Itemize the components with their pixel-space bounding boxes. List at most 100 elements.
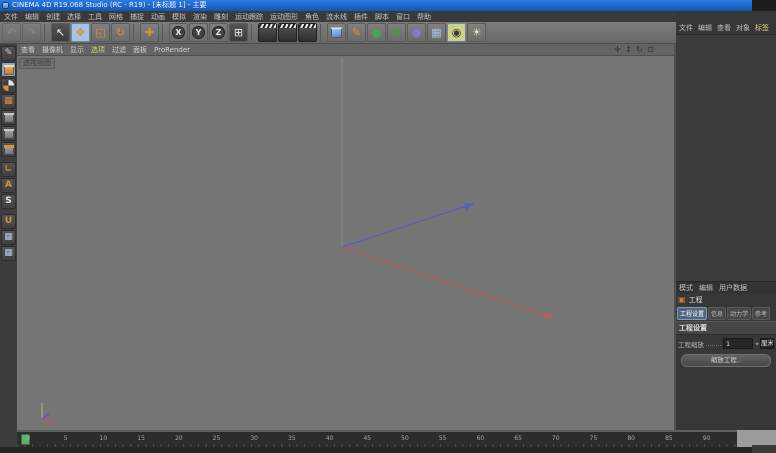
timeline-tick-label: 60 [477,435,485,442]
attribute-tab[interactable]: 工程设置 [677,307,707,320]
menu-item[interactable]: 创建 [46,12,60,22]
menu-item[interactable]: 网格 [109,12,123,22]
live-selection-icon[interactable]: ↖ [51,23,70,42]
enable-axis-icon[interactable]: ∟ [1,162,16,177]
environment-icon[interactable]: ▦ [427,23,446,42]
last-tool-icon[interactable]: ✚ [140,23,159,42]
menu-item[interactable]: 运动跟踪 [235,12,263,22]
project-scale-input[interactable] [723,338,753,349]
perspective-viewport[interactable]: 查看摄像机显示选项过滤面板ProRender ✛↕↻⊡ 透视视图 [17,44,674,430]
unit-dropdown[interactable]: 厘米 [760,338,774,349]
project-scale-label: 工程缩放 [678,339,704,349]
section-header[interactable]: 工程设置 [676,321,776,335]
toolbar-separator [44,24,48,41]
cube-primitive-icon[interactable] [327,23,346,42]
toolbar-separator [133,24,137,41]
toolbar-separator [162,24,166,41]
menu-item[interactable]: 雕刻 [214,12,228,22]
x-axis-lock-icon[interactable]: X [169,23,188,42]
render-settings-icon[interactable] [298,23,317,42]
object-manager-menu: 文件编辑查看对象标签 [676,21,776,34]
menu-item[interactable]: 流水线 [326,12,347,22]
menu-item[interactable]: 编辑 [25,12,39,22]
deformer-icon[interactable]: ● [407,23,426,42]
spinner-icon[interactable]: ◂▸ [755,341,758,347]
y-axis-lock-icon[interactable]: Y [189,23,208,42]
orientation-gizmo [42,403,53,423]
menu-item[interactable]: 动画 [151,12,165,22]
app-icon [2,2,9,9]
project-icon: ▣ [678,296,686,304]
menu-item[interactable]: 捕捉 [130,12,144,22]
scale-project-button[interactable]: 缩放工程.. [681,354,771,367]
attribute-manager-menu-item[interactable]: 模式 [679,283,693,293]
magnet-quantize-icon[interactable]: U [1,214,16,229]
menu-item[interactable]: 选择 [67,12,81,22]
attribute-panel-title: 工程 [689,295,703,305]
title-bar[interactable]: CINEMA 4D R19.068 Studio (RC - R19) - [未… [0,0,752,11]
timeline-tick-label: 85 [665,435,673,442]
edges-mode-icon[interactable] [1,126,16,141]
mograph-icon[interactable]: ✿ [387,23,406,42]
subdivision-surface-icon[interactable]: ● [367,23,386,42]
menu-item[interactable]: 窗口 [396,12,410,22]
points-mode-icon[interactable] [1,110,16,125]
timeline-ruler[interactable]: 051015202530354045505560657075808590 [17,430,737,447]
object-manager-menu-item[interactable]: 文件 [679,23,693,33]
attribute-tab[interactable]: 动力学 [727,307,751,320]
menu-item[interactable]: 脚本 [375,12,389,22]
rotate-tool-icon[interactable]: ↻ [111,23,130,42]
z-axis-lock-icon[interactable]: Z [209,23,228,42]
right-panel: 文件编辑查看对象标签 模式编辑用户数据 ▣ 工程 工程设置信息动力学参考 工程设… [676,11,776,430]
menu-item[interactable]: 模拟 [172,12,186,22]
light-icon[interactable]: ☀ [467,23,486,42]
menu-item[interactable]: 插件 [354,12,368,22]
render-picture-viewer-icon[interactable] [278,23,297,42]
snap-icon[interactable]: S [1,194,16,209]
x-axis-line [342,247,553,318]
object-manager-menu-item[interactable]: 编辑 [698,23,712,33]
spline-pen-icon[interactable]: ✎ [347,23,366,42]
menu-item[interactable]: 渲染 [193,12,207,22]
texture-mode-icon[interactable] [1,78,16,93]
menu-item[interactable]: 运动图形 [270,12,298,22]
scale-tool-icon[interactable]: ◱ [91,23,110,42]
redo-icon[interactable]: ↷ [22,23,41,42]
timeline-tick-label: 0 [26,435,30,442]
menu-item[interactable]: 帮助 [417,12,431,22]
polygons-mode-icon[interactable] [1,142,16,157]
undo-icon[interactable]: ↶ [2,23,21,42]
main-toolbar: ↶↷↖✥◱↻✚XYZ⊞✎●✿●▦◉☀ [0,22,676,44]
auto-switch-mode-icon[interactable]: A [1,178,16,193]
attribute-manager-menu-item[interactable]: 用户数据 [719,283,747,293]
object-manager-area[interactable] [676,34,776,282]
timeline-tick-label: 10 [100,435,108,442]
menu-item[interactable]: 角色 [305,12,319,22]
menu-item[interactable]: 工具 [88,12,102,22]
object-manager-menu-item[interactable]: 查看 [717,23,731,33]
make-editable-icon[interactable]: ✎ [1,46,16,61]
attribute-manager-menu-item[interactable]: 编辑 [699,283,713,293]
dotted-leader [706,341,721,346]
timeline-right-block [752,445,776,453]
timeline-tick-label: 45 [363,435,371,442]
coordinate-system-icon[interactable]: ⊞ [229,23,248,42]
render-view-icon[interactable] [258,23,277,42]
timeline-tick-label: 5 [64,435,68,442]
camera-icon[interactable]: ◉ [447,23,466,42]
workplane-lock-icon[interactable]: ▦ [1,246,16,261]
object-manager-menu-item[interactable]: 标签 [755,23,769,33]
move-tool-icon[interactable]: ✥ [71,23,90,42]
attribute-tab[interactable]: 参考 [752,307,770,320]
object-manager-menu-item[interactable]: 对象 [736,23,750,33]
z-axis-line [342,204,473,247]
workplane-mode-icon[interactable]: ▦ [1,94,16,109]
bottom-strip [0,447,752,453]
workplane-grid-icon[interactable]: ▦ [1,230,16,245]
model-mode-icon[interactable] [1,62,16,77]
toolbar-separator [320,24,324,41]
toolbar-separator [251,24,255,41]
menu-item[interactable]: 文件 [4,12,18,22]
attribute-tab[interactable]: 信息 [708,307,726,320]
timeline-tick-label: 90 [703,435,711,442]
